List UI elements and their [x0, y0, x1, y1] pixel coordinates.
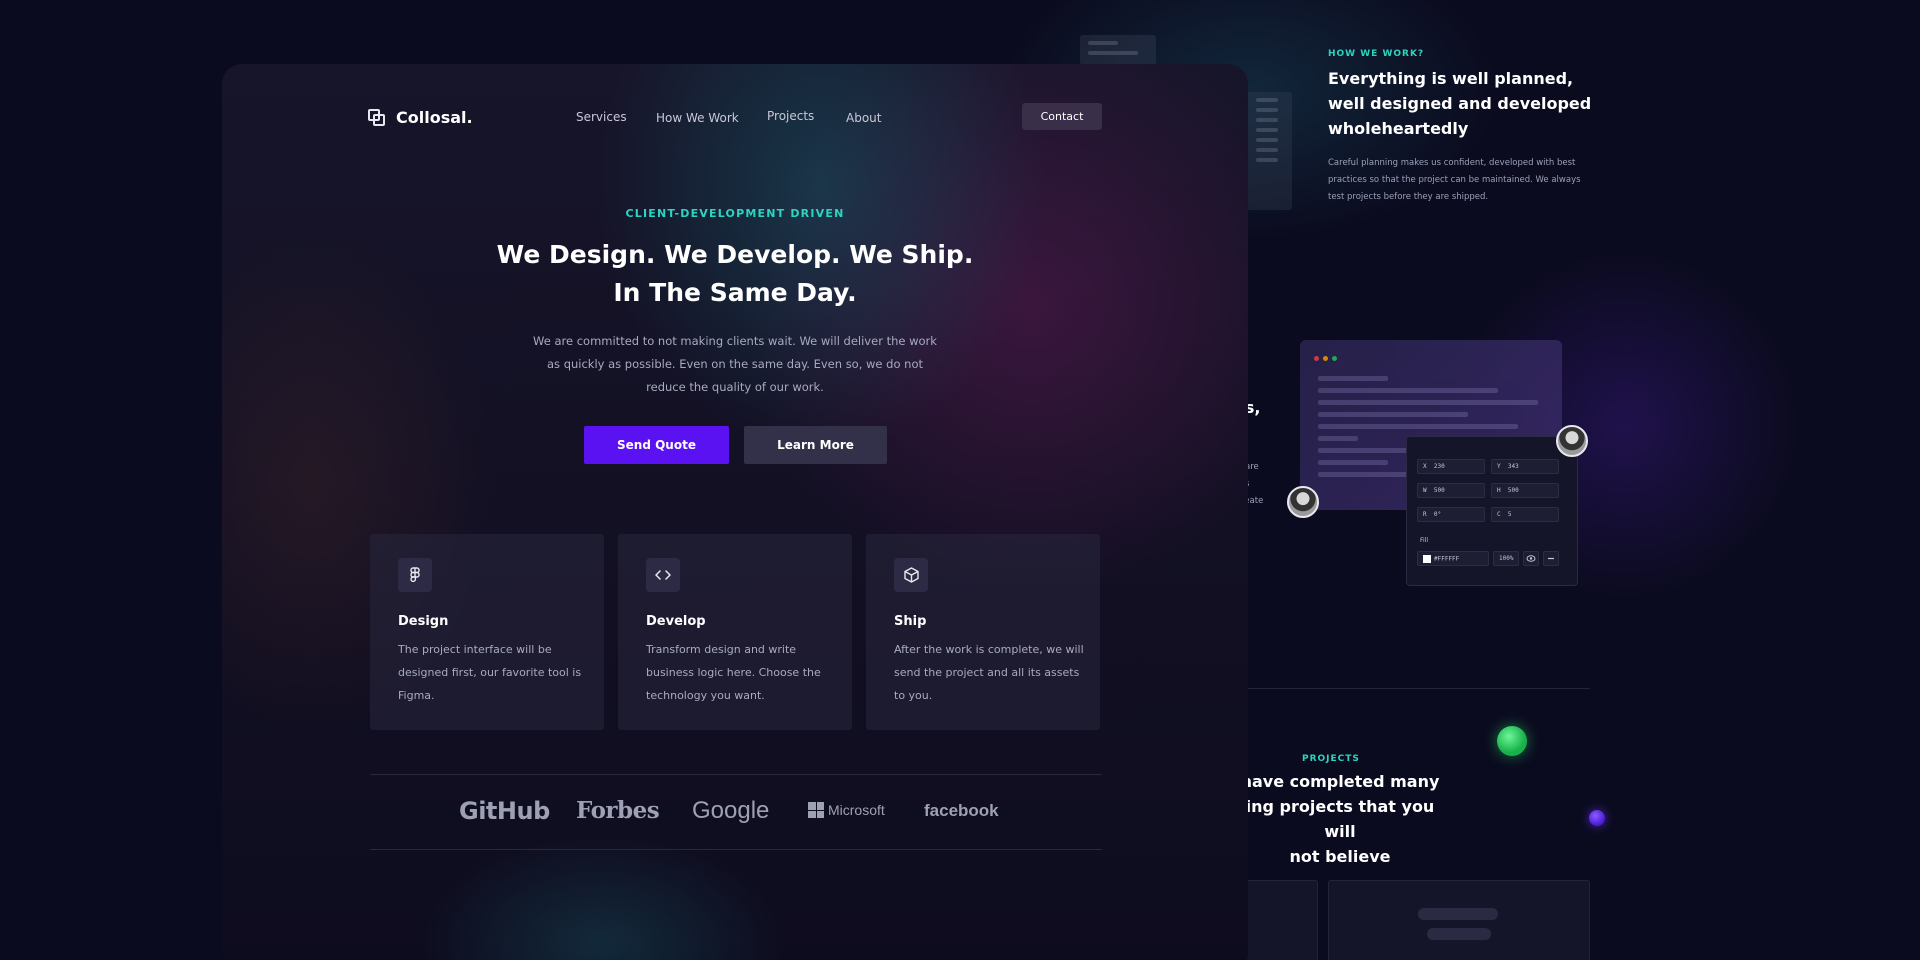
nav-link-projects[interactable]: Projects — [767, 109, 814, 123]
code-icon — [646, 558, 680, 592]
feature-card-develop: Develop Transform design and write busin… — [618, 534, 852, 730]
fill-swatch — [1423, 555, 1431, 563]
feature-title: Design — [398, 614, 449, 629]
decorative-orb — [1497, 726, 1527, 756]
corner-field[interactable]: C 5 — [1491, 507, 1559, 522]
window-dot-red — [1314, 356, 1319, 361]
height-field[interactable]: H 500 — [1491, 483, 1559, 498]
brand-name: Microsoft — [828, 802, 885, 818]
eye-icon[interactable] — [1523, 551, 1539, 566]
section-eyebrow: HOW WE WORK? — [1328, 49, 1425, 59]
box-icon — [894, 558, 928, 592]
y-field[interactable]: Y 343 — [1491, 459, 1559, 474]
feature-card-ship: Ship After the work is complete, we will… — [866, 534, 1100, 730]
decorative-card — [1080, 35, 1156, 65]
feature-title: Ship — [894, 614, 927, 629]
rotation-field[interactable]: R 0° — [1417, 507, 1485, 522]
properties-panel: X 230 Y 343 W 500 H 500 R 0° C 5 Fill #F… — [1406, 436, 1578, 586]
hero-eyebrow: CLIENT-DEVELOPMENT DRIVEN — [625, 207, 845, 220]
minus-icon[interactable] — [1543, 551, 1559, 566]
brand-logo-github: GitHub — [459, 797, 550, 825]
section-title: Everything is well planned, well designe… — [1328, 69, 1592, 138]
microsoft-icon — [808, 802, 824, 818]
brand-logo-google: Google — [692, 797, 770, 824]
hero-title-line: We Design. We Develop. We Ship. — [496, 240, 974, 269]
feature-title: Develop — [646, 614, 706, 629]
width-field[interactable]: W 500 — [1417, 483, 1485, 498]
x-field[interactable]: X 230 — [1417, 459, 1485, 474]
projects-title: have completed many ing projects that yo… — [1230, 769, 1450, 869]
window-dot-green — [1332, 356, 1337, 361]
hero-description: We are committed to not making clients w… — [533, 334, 937, 394]
feature-card-design: Design The project interface will be des… — [370, 534, 604, 730]
decorative-orb — [1589, 810, 1605, 826]
projects-eyebrow: PROJECTS — [1302, 754, 1360, 764]
projects-title-line: not believe — [1289, 847, 1391, 866]
divider — [370, 774, 1102, 775]
projects-title-line: ing projects that you will — [1245, 797, 1435, 841]
landing-page-card: Collosal. Services How We Work Projects … — [222, 64, 1248, 960]
logo-icon — [368, 108, 386, 127]
hero-title-line: In The Same Day. — [613, 278, 857, 307]
divider — [370, 849, 1102, 850]
opacity-field[interactable]: 100% — [1493, 551, 1519, 566]
brand-logo-microsoft: Microsoft — [808, 802, 885, 818]
figma-icon — [398, 558, 432, 592]
avatar — [1556, 425, 1588, 457]
feature-description: Transform design and write business logi… — [646, 643, 821, 702]
hero-title: We Design. We Develop. We Ship. In The S… — [222, 236, 1248, 312]
send-quote-button[interactable]: Send Quote — [584, 426, 729, 464]
section-description: Careful planning makes us confident, dev… — [1328, 158, 1581, 202]
project-card[interactable] — [1328, 880, 1590, 960]
fill-color-field[interactable]: #FFFFFF — [1417, 551, 1489, 566]
nav-link-services[interactable]: Services — [576, 110, 627, 124]
avatar — [1287, 486, 1319, 518]
logo[interactable]: Collosal. — [368, 108, 473, 127]
projects-title-line: have completed many — [1240, 772, 1440, 791]
fill-label: Fill — [1420, 537, 1429, 544]
nav-link-how-we-work[interactable]: How We Work — [656, 111, 739, 125]
contact-button[interactable]: Contact — [1022, 103, 1102, 130]
brand-logo-forbes: Forbes — [576, 797, 660, 824]
window-dot-yellow — [1323, 356, 1328, 361]
feature-description: After the work is complete, we will send… — [894, 643, 1084, 702]
learn-more-button[interactable]: Learn More — [744, 426, 887, 464]
feature-description: The project interface will be designed f… — [398, 643, 582, 702]
logo-text: Collosal. — [396, 108, 473, 127]
brand-logo-facebook: facebook — [924, 801, 999, 820]
nav-link-about[interactable]: About — [846, 111, 881, 125]
divider — [1248, 688, 1590, 689]
